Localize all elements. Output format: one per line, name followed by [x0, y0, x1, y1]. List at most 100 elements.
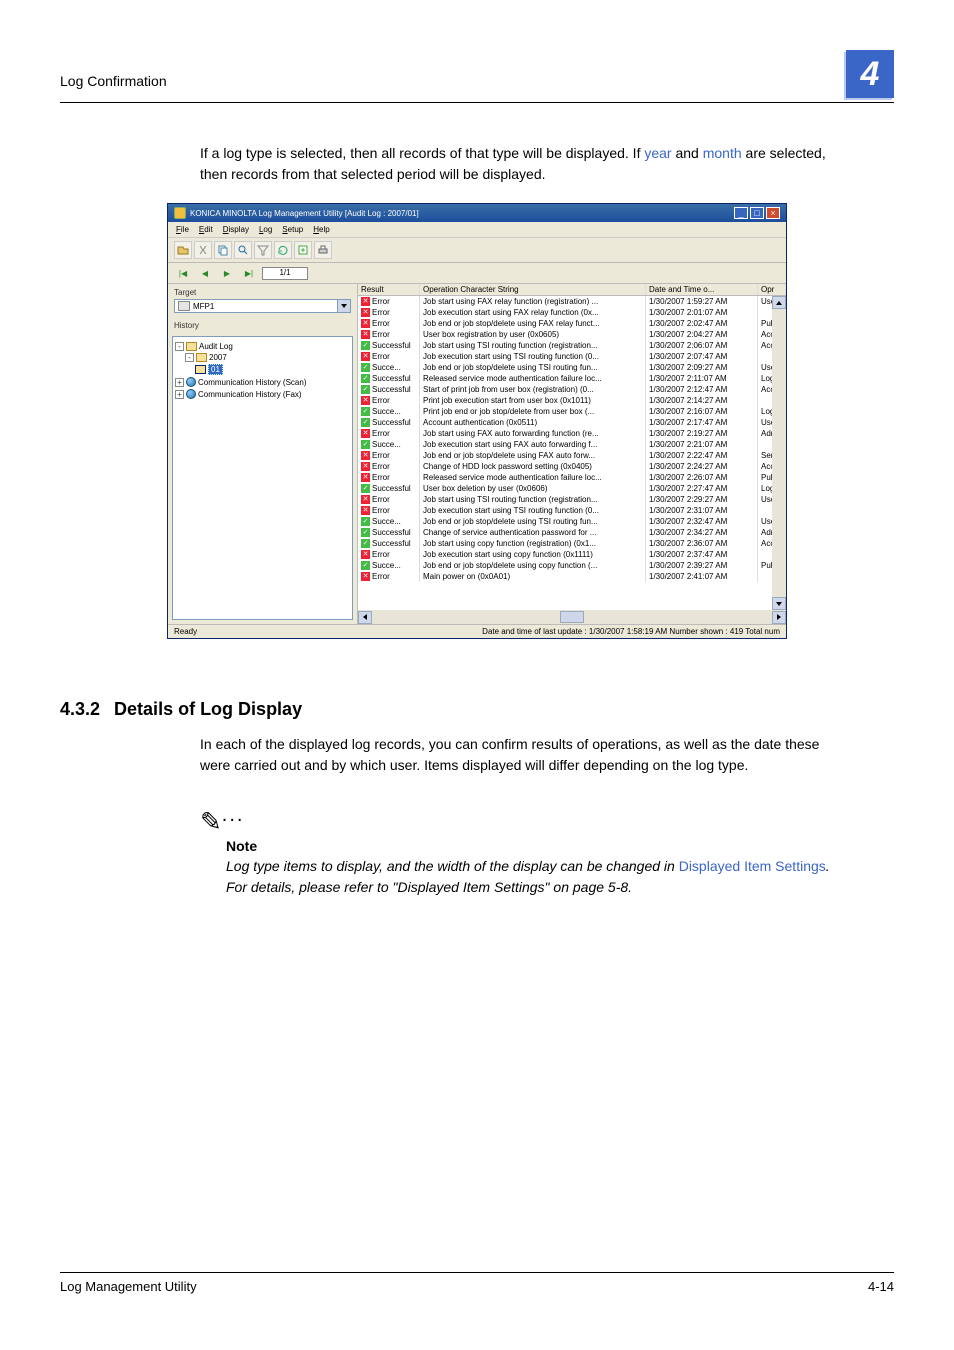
- menu-help[interactable]: Help: [313, 225, 329, 234]
- table-row[interactable]: ✓Succe...Job execution start using FAX a…: [358, 439, 786, 450]
- nav-prev-icon[interactable]: ◀: [196, 266, 214, 280]
- grid-body[interactable]: ✕ErrorJob start using FAX relay function…: [358, 296, 786, 610]
- cell-operation: Job start using TSI routing function (re…: [420, 494, 646, 505]
- cell-result: Error: [372, 473, 390, 482]
- menu-display[interactable]: Display: [223, 225, 249, 234]
- link-month[interactable]: month: [703, 145, 742, 161]
- table-row[interactable]: ✕ErrorMain power on (0x0A01)1/30/2007 2:…: [358, 571, 786, 582]
- target-combo[interactable]: MFP1: [174, 299, 351, 313]
- table-row[interactable]: ✓Succe...Job end or job stop/delete usin…: [358, 362, 786, 373]
- minimize-button[interactable]: _: [734, 207, 748, 219]
- toolbar-filter-icon[interactable]: [254, 241, 272, 259]
- link-year[interactable]: year: [644, 145, 671, 161]
- menu-edit[interactable]: Edit: [199, 225, 213, 234]
- expander-icon[interactable]: -: [185, 353, 194, 362]
- table-row[interactable]: ✕ErrorUser box registration by user (0x0…: [358, 329, 786, 340]
- cell-datetime: 1/30/2007 2:39:27 AM: [646, 560, 758, 571]
- table-row[interactable]: ✓Succe...Job end or job stop/delete usin…: [358, 560, 786, 571]
- toolbar-export-icon[interactable]: [294, 241, 312, 259]
- table-row[interactable]: ✓SuccessfulUser box deletion by user (0x…: [358, 483, 786, 494]
- table-row[interactable]: ✓SuccessfulChange of service authenticat…: [358, 527, 786, 538]
- col-result[interactable]: Result: [358, 284, 420, 295]
- col-operator[interactable]: Opr: [758, 284, 786, 295]
- success-icon: ✓: [361, 374, 370, 383]
- cell-operation: Start of print job from user box (regist…: [420, 384, 646, 395]
- tree-year[interactable]: 2007: [209, 353, 227, 362]
- pager-field[interactable]: 1/1: [262, 267, 308, 280]
- target-label: Target: [174, 288, 351, 297]
- horizontal-scrollbar[interactable]: [358, 610, 786, 624]
- table-row[interactable]: ✕ErrorJob start using FAX relay function…: [358, 296, 786, 307]
- maximize-button[interactable]: □: [750, 207, 764, 219]
- cell-operation: Job execution start using FAX relay func…: [420, 307, 646, 318]
- note-block: ✎... Note Log type items to display, and…: [200, 804, 830, 898]
- table-row[interactable]: ✕ErrorJob start using FAX auto forwardin…: [358, 428, 786, 439]
- table-row[interactable]: ✕ErrorReleased service mode authenticati…: [358, 472, 786, 483]
- scroll-down-icon[interactable]: [772, 597, 786, 610]
- tree-month-selected[interactable]: 01: [208, 364, 223, 375]
- table-row[interactable]: ✕ErrorJob execution start using FAX rela…: [358, 307, 786, 318]
- close-button[interactable]: ×: [766, 207, 780, 219]
- toolbar-find-icon[interactable]: [234, 241, 252, 259]
- table-row[interactable]: ✓SuccessfulReleased service mode authent…: [358, 373, 786, 384]
- table-row[interactable]: ✕ErrorJob execution start using TSI rout…: [358, 505, 786, 516]
- toolbar-refresh-icon[interactable]: [274, 241, 292, 259]
- col-datetime[interactable]: Date and Time o...: [646, 284, 758, 295]
- success-icon: ✓: [361, 407, 370, 416]
- table-row[interactable]: ✕ErrorChange of HDD lock password settin…: [358, 461, 786, 472]
- table-row[interactable]: ✓SuccessfulAccount authentication (0x051…: [358, 417, 786, 428]
- link-displayed-item-settings[interactable]: Displayed Item Settings: [679, 858, 826, 874]
- cell-result: Error: [372, 506, 390, 515]
- nav-last-icon[interactable]: ▶|: [240, 266, 258, 280]
- grid-header[interactable]: Result Operation Character String Date a…: [358, 284, 786, 296]
- table-row[interactable]: ✕ErrorJob end or job stop/delete using F…: [358, 318, 786, 329]
- table-row[interactable]: ✕ErrorJob execution start using TSI rout…: [358, 351, 786, 362]
- combo-dropdown-icon[interactable]: [338, 299, 351, 313]
- toolbar-cut-icon[interactable]: [194, 241, 212, 259]
- table-row[interactable]: ✓SuccessfulJob start using TSI routing f…: [358, 340, 786, 351]
- scroll-left-icon[interactable]: [358, 611, 372, 624]
- col-operation[interactable]: Operation Character String: [420, 284, 646, 295]
- section-number: 4.3.2: [60, 699, 100, 720]
- table-row[interactable]: ✕ErrorJob end or job stop/delete using F…: [358, 450, 786, 461]
- vertical-scrollbar[interactable]: [772, 296, 786, 610]
- titlebar[interactable]: KONICA MINOLTA Log Management Utility [A…: [168, 204, 786, 222]
- table-row[interactable]: ✓Succe...Job end or job stop/delete usin…: [358, 516, 786, 527]
- table-row[interactable]: ✓Succe...Print job end or job stop/delet…: [358, 406, 786, 417]
- cell-datetime: 1/30/2007 2:01:07 AM: [646, 307, 758, 318]
- device-icon: [178, 301, 190, 311]
- table-row[interactable]: ✓SuccessfulJob start using copy function…: [358, 538, 786, 549]
- menu-log[interactable]: Log: [259, 225, 272, 234]
- error-icon: ✕: [361, 352, 370, 361]
- table-row[interactable]: ✕ErrorJob start using TSI routing functi…: [358, 494, 786, 505]
- menu-file[interactable]: File: [176, 225, 189, 234]
- nav-next-icon[interactable]: ▶: [218, 266, 236, 280]
- scroll-up-icon[interactable]: [772, 296, 786, 309]
- scroll-thumb[interactable]: [560, 611, 584, 623]
- scroll-right-icon[interactable]: [772, 611, 786, 624]
- cell-result: Successful: [372, 528, 411, 537]
- menubar: File Edit Display Log Setup Help: [168, 222, 786, 238]
- menu-setup[interactable]: Setup: [282, 225, 303, 234]
- nav-first-icon[interactable]: |◀: [174, 266, 192, 280]
- tree-fax[interactable]: Communication History (Fax): [198, 390, 302, 399]
- expander-icon[interactable]: +: [175, 390, 184, 399]
- history-tree[interactable]: -Audit Log -2007 01 +Communication Histo…: [172, 336, 353, 620]
- tree-audit-log[interactable]: Audit Log: [199, 342, 233, 351]
- tree-scan[interactable]: Communication History (Scan): [198, 378, 306, 387]
- cell-operation: Job start using TSI routing function (re…: [420, 340, 646, 351]
- toolbar-copy-icon[interactable]: [214, 241, 232, 259]
- history-label: History: [174, 321, 351, 330]
- toolbar-print-icon[interactable]: [314, 241, 332, 259]
- expander-icon[interactable]: +: [175, 378, 184, 387]
- toolbar-open-icon[interactable]: [174, 241, 192, 259]
- cell-operation: Print job execution start from user box …: [420, 395, 646, 406]
- table-row[interactable]: ✕ErrorJob execution start using copy fun…: [358, 549, 786, 560]
- cell-operation: Released service mode authentication fai…: [420, 472, 646, 483]
- cell-result: Successful: [372, 385, 411, 394]
- table-row[interactable]: ✕ErrorPrint job execution start from use…: [358, 395, 786, 406]
- cell-operation: Job end or job stop/delete using TSI rou…: [420, 516, 646, 527]
- cell-datetime: 1/30/2007 2:12:47 AM: [646, 384, 758, 395]
- table-row[interactable]: ✓SuccessfulStart of print job from user …: [358, 384, 786, 395]
- expander-icon[interactable]: -: [175, 342, 184, 351]
